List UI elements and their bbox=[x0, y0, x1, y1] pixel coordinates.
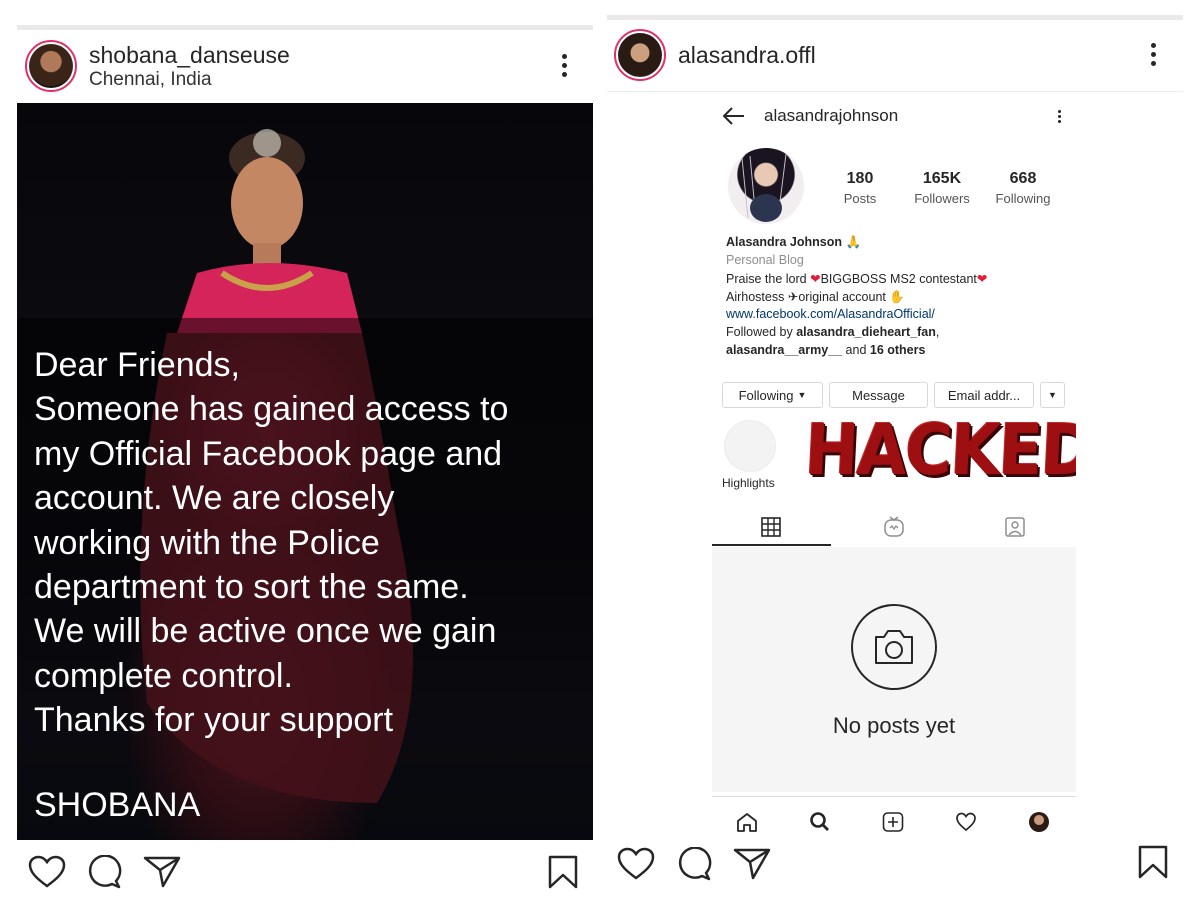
profile-picture[interactable] bbox=[728, 148, 804, 224]
followed-by-and: and bbox=[842, 343, 870, 357]
followed-by-others[interactable]: 16 others bbox=[870, 343, 926, 357]
highlights-label: Highlights bbox=[722, 476, 775, 490]
profile-nav-avatar[interactable] bbox=[1029, 812, 1049, 832]
airplane-emoji-icon: ✈ bbox=[787, 290, 799, 304]
stat-following-value[interactable]: 668 bbox=[988, 170, 1058, 188]
stat-followers-label[interactable]: Followers bbox=[902, 191, 982, 206]
share-icon[interactable] bbox=[143, 855, 181, 889]
more-options-icon[interactable] bbox=[562, 54, 568, 77]
bio-line-1: Praise the lord ❤BIGGBOSS MS2 contestant… bbox=[726, 271, 987, 286]
email-button[interactable]: Email addr... bbox=[934, 382, 1034, 408]
profile-name-row: Alasandra Johnson 🙏 bbox=[726, 235, 861, 250]
post-username[interactable]: shobana_danseuse bbox=[89, 42, 290, 69]
following-button-label: Following bbox=[738, 387, 794, 403]
following-button[interactable]: Following ▼ bbox=[722, 382, 823, 408]
stat-posts-value: 180 bbox=[846, 170, 874, 187]
post-message: Dear Friends, Someone has gained access … bbox=[34, 346, 509, 740]
avatar[interactable] bbox=[614, 29, 666, 81]
avatar-image bbox=[29, 44, 73, 88]
grid-icon[interactable] bbox=[761, 517, 781, 537]
bookmark-icon[interactable] bbox=[547, 855, 579, 889]
followed-by-user[interactable]: alasandra__army__ bbox=[726, 343, 842, 357]
share-icon[interactable] bbox=[733, 847, 771, 881]
message-button[interactable]: Message bbox=[829, 382, 928, 408]
bio-text-2a: Airhostess bbox=[726, 290, 785, 304]
post-location[interactable]: Chennai, India bbox=[89, 69, 212, 91]
back-arrow-icon[interactable] bbox=[722, 106, 746, 126]
followed-by-user[interactable]: alasandra_dieheart_fan bbox=[796, 325, 936, 339]
avatar[interactable] bbox=[25, 40, 77, 92]
top-divider bbox=[17, 25, 593, 30]
bio-line-2: Airhostess ✈original account ✋ bbox=[726, 289, 905, 305]
bottom-nav-divider bbox=[712, 796, 1076, 797]
heart-icon[interactable] bbox=[28, 855, 66, 889]
heart-emoji-icon: ❤ bbox=[976, 272, 988, 286]
post-signature: SHOBANA bbox=[34, 786, 201, 824]
profile-category: Personal Blog bbox=[726, 253, 804, 267]
chevron-down-icon: ▼ bbox=[797, 390, 807, 400]
followed-by-line-1: Followed by alasandra_dieheart_fan, bbox=[726, 325, 940, 339]
tagged-icon[interactable] bbox=[1004, 516, 1026, 538]
followed-by-prefix: Followed by bbox=[726, 325, 797, 339]
embedded-profile-screenshot: alasandrajohnson 180 Posts 165K Follower… bbox=[712, 92, 1076, 832]
igtv-icon[interactable] bbox=[883, 516, 905, 538]
bio-text-2b: original account bbox=[798, 290, 886, 304]
post-image: Dear Friends, Someone has gained access … bbox=[17, 103, 593, 840]
email-button-label: Email addr... bbox=[947, 387, 1021, 403]
active-tab-indicator bbox=[712, 544, 831, 546]
heart-icon[interactable] bbox=[617, 847, 655, 881]
home-icon[interactable] bbox=[736, 812, 758, 832]
bookmark-icon[interactable] bbox=[1137, 845, 1169, 879]
stat-following-label[interactable]: Following bbox=[983, 191, 1063, 206]
camera-icon bbox=[851, 604, 937, 690]
followed-by-line-2: alasandra__army__ and 16 others bbox=[726, 343, 925, 357]
stat-posts-label: Posts bbox=[843, 191, 877, 206]
avatar-image bbox=[618, 33, 662, 77]
top-divider bbox=[607, 15, 1183, 20]
new-post-icon[interactable] bbox=[882, 812, 904, 832]
bio-text-1: Praise the lord bbox=[726, 272, 807, 286]
profile-handle: alasandrajohnson bbox=[764, 106, 899, 125]
empty-state-text: No posts yet bbox=[832, 713, 956, 738]
comment-icon[interactable] bbox=[676, 847, 712, 881]
hand-emoji-icon: ✋ bbox=[889, 290, 905, 304]
search-icon[interactable] bbox=[809, 812, 831, 832]
comment-icon[interactable] bbox=[86, 855, 122, 889]
post-username[interactable]: alasandra.offl bbox=[678, 42, 816, 69]
suggested-dropdown-button[interactable]: ▼ bbox=[1040, 382, 1065, 408]
profile-link[interactable]: www.facebook.com/AlasandraOfficial/ bbox=[726, 307, 935, 321]
profile-picture-art bbox=[741, 153, 787, 222]
heart-emoji-icon: ❤ bbox=[810, 272, 821, 286]
highlight-circle[interactable] bbox=[724, 420, 776, 472]
message-button-label: Message bbox=[852, 387, 905, 403]
posts-empty-area: No posts yet bbox=[712, 547, 1076, 792]
profile-name: Alasandra Johnson bbox=[726, 235, 842, 249]
hacked-stamp: HACKED bbox=[803, 409, 1076, 491]
profile-options-icon[interactable] bbox=[1058, 110, 1064, 123]
chevron-down-icon: ▼ bbox=[1048, 390, 1057, 400]
bio-text-1b: BIGGBOSS MS2 contestant bbox=[820, 272, 977, 286]
activity-heart-icon[interactable] bbox=[955, 812, 977, 832]
stat-followers-value[interactable]: 165K bbox=[907, 170, 977, 188]
more-options-icon[interactable] bbox=[1151, 43, 1157, 66]
hands-emoji-icon: 🙏 bbox=[845, 235, 862, 249]
